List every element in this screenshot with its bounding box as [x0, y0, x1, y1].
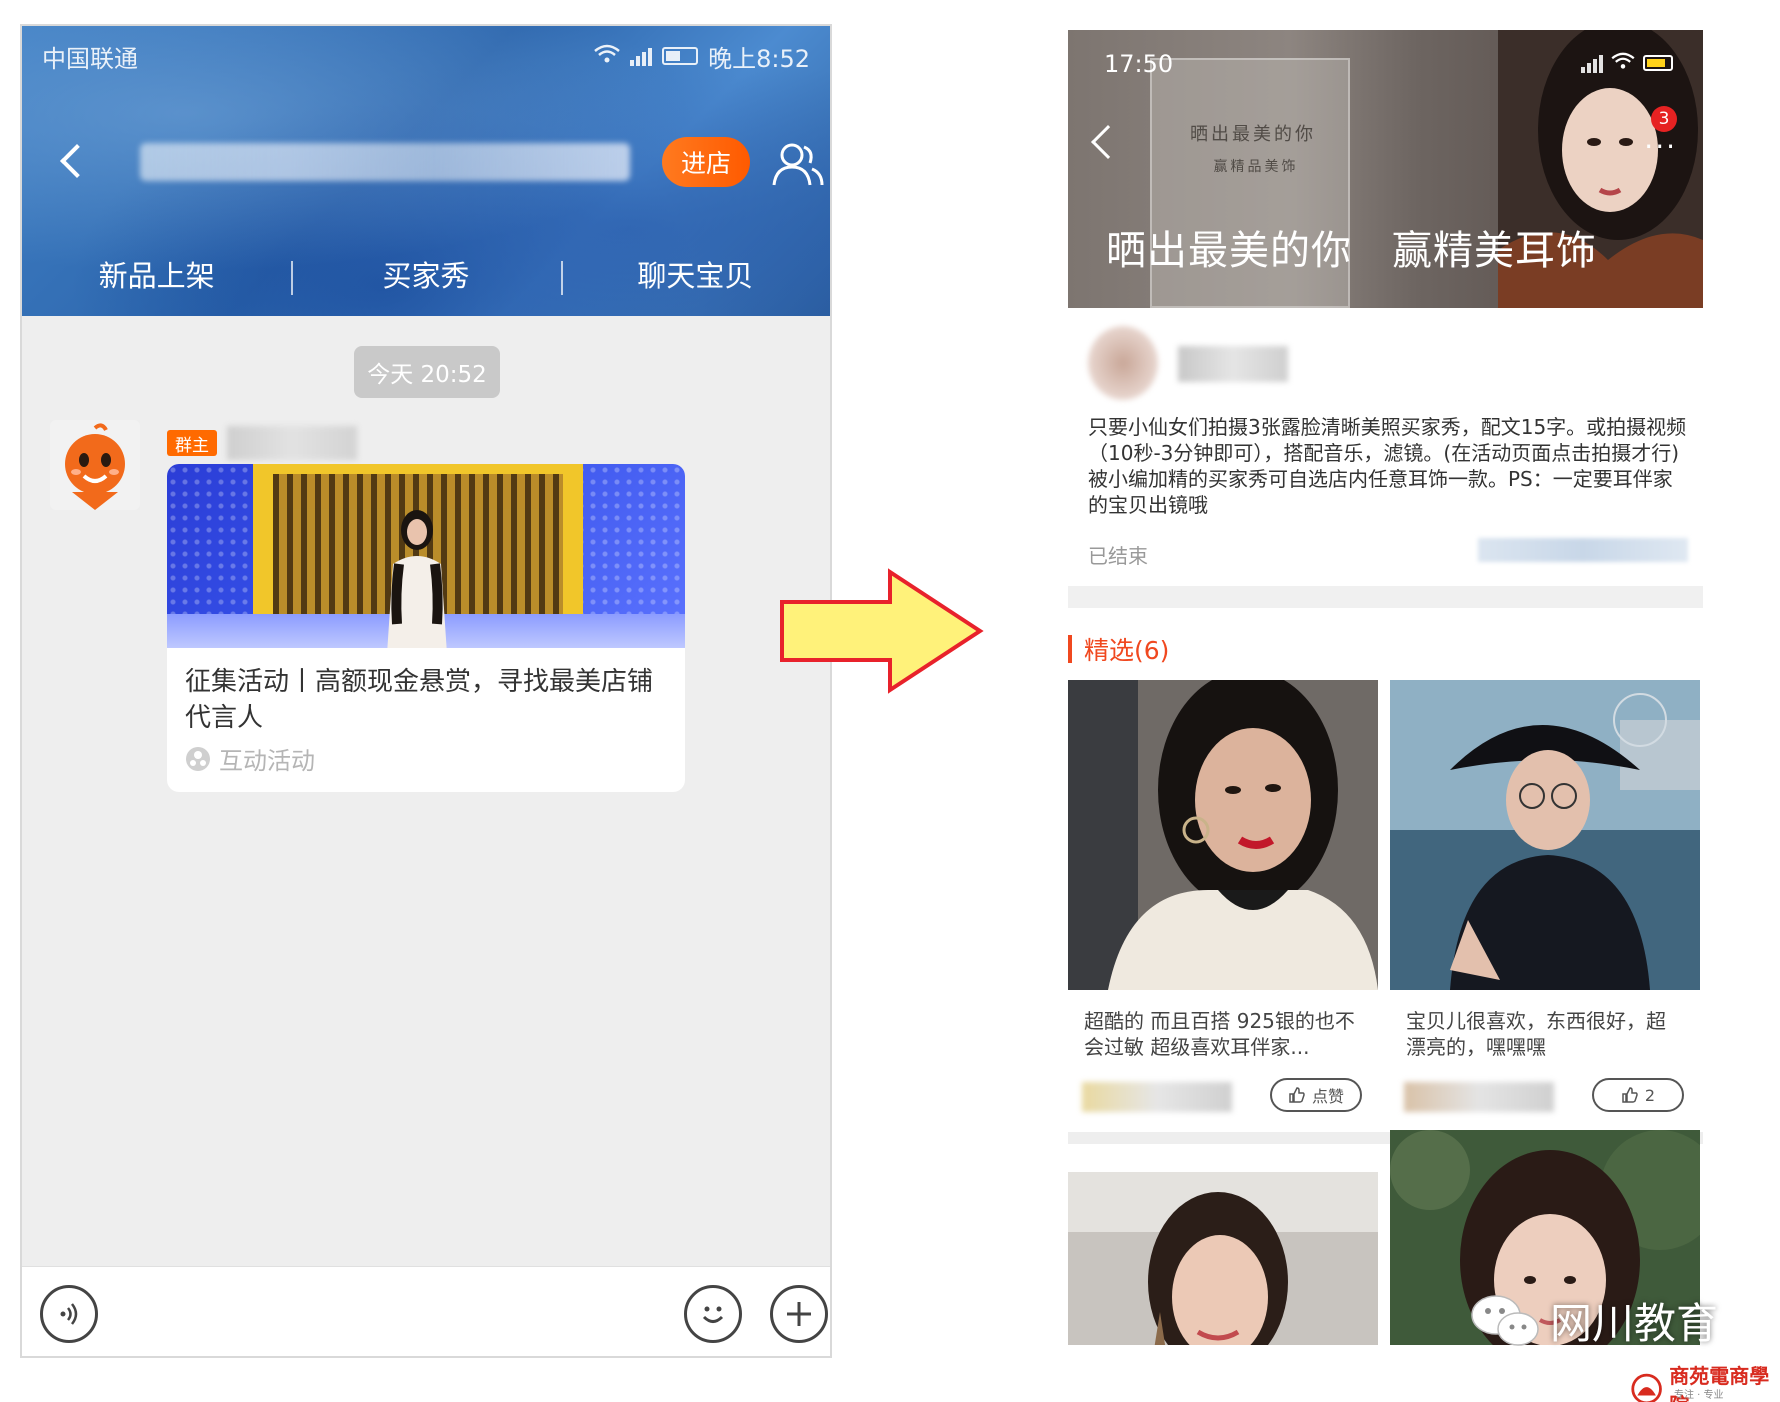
mascot-icon — [65, 423, 125, 510]
model-figure — [387, 510, 447, 648]
like-label: 点赞 — [1311, 1087, 1344, 1106]
activity-card-footer-label: 互动活动 — [219, 747, 315, 775]
carrier-label: 中国联通 — [42, 44, 138, 73]
like-button[interactable]: 点赞 — [1270, 1078, 1362, 1112]
group-title-blurred — [140, 143, 630, 181]
like-button[interactable]: 2 — [1592, 1078, 1684, 1112]
message-timestamp: 今天 20:52 — [354, 346, 500, 398]
chat-input-bar — [22, 1266, 830, 1356]
poster-line-1: 晒出最美的你 — [1190, 124, 1316, 145]
smiley-icon — [702, 1306, 724, 1323]
activity-status: 已结束 — [1088, 544, 1148, 568]
back-button[interactable] — [22, 131, 122, 191]
brand-tagline: 专注 · 专业 — [1674, 1390, 1724, 1401]
brand-logo-icon — [1631, 1373, 1662, 1402]
signal-icon — [630, 46, 653, 66]
battery-icon — [662, 47, 699, 65]
voice-icon — [60, 1303, 78, 1325]
like-count: 2 — [1644, 1085, 1656, 1105]
activity-card[interactable]: 征集活动丨高额现金悬赏，寻找最美店铺代言人 互动活动 — [167, 464, 685, 792]
sender-name-blurred — [227, 426, 357, 460]
notification-badge: 3 — [1651, 106, 1677, 132]
post-photo — [1390, 680, 1700, 990]
headline-left: 晒出最美的你 — [1106, 228, 1352, 274]
status-bar: 中国联通 晚上8:52 — [22, 36, 830, 76]
wifi-icon — [594, 42, 620, 70]
right-status-icons — [1581, 52, 1673, 74]
watermark-text: 网川教育 — [1550, 1299, 1719, 1348]
clock-label: 晚上8:52 — [708, 44, 810, 73]
post-caption: 超酷的 而且百搭 925银的也不会过敏 超级喜欢耳伴家... — [1084, 1009, 1355, 1059]
post-photo — [1068, 680, 1378, 990]
banner-headline: 晒出最美的你 赢精美耳饰 — [1106, 218, 1597, 276]
featured-section-header: 精选(6) — [1068, 632, 1169, 666]
thumbs-up-icon — [1622, 1087, 1638, 1103]
more-menu-icon[interactable]: ··· — [1644, 130, 1677, 163]
post-photo — [1068, 1172, 1378, 1345]
wechat-icon — [1471, 1294, 1539, 1346]
thumbs-up-icon — [1289, 1087, 1305, 1103]
activity-card-title: 征集活动丨高额现金悬赏，寻找最美店铺代言人 — [185, 667, 654, 733]
featured-post[interactable] — [1068, 1172, 1378, 1345]
emoji-button[interactable] — [684, 1285, 742, 1343]
post-caption: 宝贝儿很喜欢，东西很好，超漂亮的，嘿嘿嘿 — [1406, 1009, 1666, 1059]
transition-arrow-icon — [780, 568, 984, 694]
headline-right: 赢精美耳饰 — [1392, 228, 1597, 274]
more-actions-button[interactable] — [770, 1285, 828, 1343]
interactive-activity-icon — [186, 746, 210, 771]
plus-icon — [787, 1302, 811, 1326]
right-phone-screen: 晒出最美的你 赢精品美饰 17:50 3 ··· 晒出最美的你 赢精美耳饰 只要… — [1068, 30, 1703, 1345]
tab-chat-items[interactable]: 聊天宝贝 — [560, 253, 830, 295]
watermark: 网川教育 — [1470, 1290, 1718, 1351]
voice-button[interactable] — [40, 1285, 98, 1343]
activity-card-footer: 互动活动 — [185, 741, 315, 776]
featured-section-title: 精选(6) — [1084, 636, 1170, 665]
featured-post[interactable]: 宝贝儿很喜欢，东西很好，超漂亮的，嘿嘿嘿 2 — [1390, 680, 1700, 1124]
activity-banner: 晒出最美的你 赢精品美饰 17:50 3 ··· 晒出最美的你 赢精美耳饰 — [1068, 30, 1703, 308]
wifi-icon — [1611, 52, 1635, 74]
group-members-icon[interactable] — [772, 141, 824, 187]
signal-icon — [1581, 53, 1603, 73]
featured-post[interactable]: 超酷的 而且百搭 925银的也不会过敏 超级喜欢耳伴家... 点赞 — [1068, 680, 1378, 1124]
group-owner-badge: 群主 — [167, 430, 217, 456]
enter-store-button[interactable]: 进店 — [662, 137, 750, 187]
battery-icon — [1643, 55, 1673, 71]
section-divider — [1068, 586, 1703, 608]
post-author-blurred — [1404, 1082, 1554, 1112]
avatar[interactable] — [50, 420, 140, 510]
back-button[interactable] — [1091, 125, 1125, 159]
tab-new-arrivals[interactable]: 新品上架 — [22, 253, 291, 295]
publisher-blurred — [1088, 320, 1288, 406]
post-footer: 2 — [1390, 1074, 1700, 1124]
post-footer: 点赞 — [1068, 1074, 1378, 1124]
shop-group-header: 中国联通 晚上8:52 进店 新品上架 买家秀 聊天宝贝 — [22, 26, 830, 316]
tab-buyer-show[interactable]: 买家秀 — [291, 253, 560, 295]
chevron-left-icon — [60, 144, 94, 178]
activity-card-image — [167, 464, 685, 648]
poster-line-2: 赢精品美饰 — [1213, 159, 1299, 175]
post-author-blurred — [1082, 1082, 1232, 1112]
activity-date-blurred — [1478, 538, 1688, 562]
brand-logo: 商苑電商學院 专注 · 专业 — [1630, 1360, 1780, 1402]
group-tabs: 新品上架 买家秀 聊天宝贝 — [22, 244, 830, 304]
activity-description: 只要小仙女们拍摄3张露脸清晰美照买家秀，配文15字。或拍摄视频（10秒-3分钟即… — [1088, 415, 1687, 517]
nav-row: 进店 — [22, 121, 830, 201]
right-status-time: 17:50 — [1104, 50, 1174, 78]
left-phone-screen: 中国联通 晚上8:52 进店 新品上架 买家秀 聊天宝贝 今天 20:52 群主… — [20, 24, 832, 1358]
